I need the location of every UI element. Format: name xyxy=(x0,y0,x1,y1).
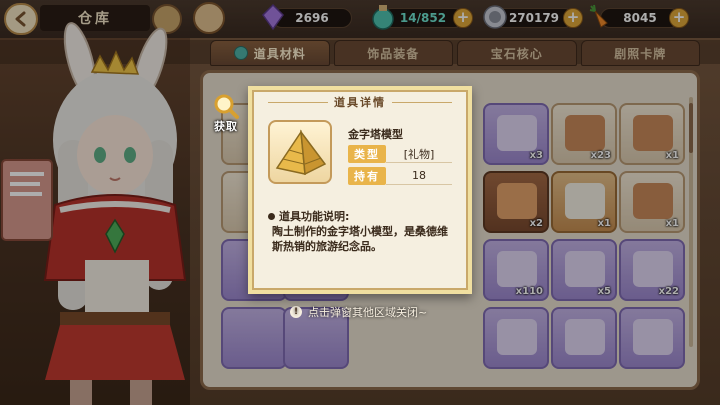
description-heading: 道具功能说明: xyxy=(268,208,349,224)
pyramid-icon xyxy=(275,129,327,176)
game-screen: 仓库 2696 14/852 + 270179 + 8045 + 道具材料 饰品… xyxy=(0,0,720,405)
acquire-label: 获取 xyxy=(214,120,238,133)
item-type-row: 类型 [礼物] xyxy=(348,145,452,163)
description-text: 陶土制作的金字塔小模型，是桑德维斯热销的旅游纪念品。 xyxy=(272,225,448,253)
owned-value: 18 xyxy=(386,167,452,185)
description-title: 道具功能说明: xyxy=(279,210,350,223)
magnifier-icon xyxy=(214,94,239,119)
bullet-icon xyxy=(268,212,275,220)
item-icon-frame xyxy=(268,120,332,184)
close-hint: ! 点击弹窗其他区域关闭~ xyxy=(290,304,427,320)
popup-title: 道具详情 xyxy=(252,94,468,110)
hint-text: 点击弹窗其他区域关闭~ xyxy=(308,306,428,319)
type-label: 类型 xyxy=(348,145,386,163)
type-value: [礼物] xyxy=(386,145,452,163)
item-name: 金字塔模型 xyxy=(348,128,403,141)
info-icon: ! xyxy=(290,306,302,318)
item-owned-row: 持有 18 xyxy=(348,167,452,185)
owned-label: 持有 xyxy=(348,167,386,185)
item-detail-popup: 道具详情 金字塔模型 类型 [礼物] 持有 18 道具功能说明: 陶土制作的金字… xyxy=(248,86,472,294)
acquire-button[interactable]: 获取 xyxy=(206,92,246,136)
